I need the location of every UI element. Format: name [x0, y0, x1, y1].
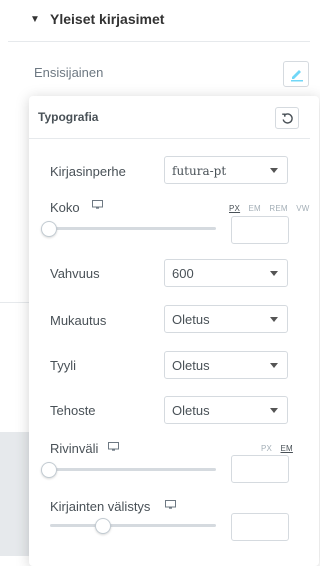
primary-font-control: Ensisijainen: [0, 56, 310, 90]
line-height-label: Rivinväli: [50, 441, 99, 456]
panel-footer-area: [0, 432, 29, 556]
control-label: Ensisijainen: [34, 65, 104, 80]
divider: [0, 302, 29, 303]
letter-spacing-slider-track[interactable]: [50, 524, 216, 527]
line-height-slider-track[interactable]: [50, 468, 216, 471]
letter-spacing-label: Kirjainten välistys: [50, 499, 151, 514]
line-height-input[interactable]: [231, 455, 289, 483]
reset-button[interactable]: [275, 107, 299, 129]
size-slider-track[interactable]: [50, 227, 216, 230]
unit-px[interactable]: PX: [229, 204, 240, 213]
edit-typography-button[interactable]: [283, 61, 309, 87]
letter-spacing-slider-handle[interactable]: [95, 518, 111, 534]
weight-value: 600: [172, 266, 194, 281]
chevron-down-icon: [270, 168, 278, 173]
decoration-label: Tehoste: [50, 403, 96, 418]
popover-title: Typografia: [38, 110, 99, 124]
section-title: Yleiset kirjasimet: [50, 11, 165, 27]
unit-em[interactable]: EM: [281, 444, 293, 453]
weight-label: Vahvuus: [50, 266, 100, 281]
size-unit-switcher: PX EM REM VW: [223, 204, 309, 213]
section-divider: [8, 41, 310, 42]
monitor-icon[interactable]: [92, 200, 103, 210]
chevron-down-icon: [270, 271, 278, 276]
transform-select[interactable]: Oletus: [164, 305, 288, 333]
decoration-value: Oletus: [172, 403, 210, 418]
font-family-label: Kirjasinperhe: [50, 164, 126, 179]
section-header[interactable]: ▼ Yleiset kirjasimet: [0, 0, 310, 40]
unit-vw[interactable]: VW: [296, 204, 309, 213]
unit-em[interactable]: EM: [249, 204, 261, 213]
chevron-down-icon: [270, 408, 278, 413]
unit-rem[interactable]: REM: [269, 204, 287, 213]
chevron-down-icon: [270, 363, 278, 368]
pencil-icon: [291, 70, 303, 82]
size-input[interactable]: [231, 216, 289, 244]
transform-value: Oletus: [172, 312, 210, 327]
reset-icon: [282, 113, 293, 124]
monitor-icon[interactable]: [108, 442, 119, 452]
unit-px[interactable]: PX: [261, 444, 272, 453]
caret-down-icon: ▼: [30, 14, 40, 25]
line-height-slider-handle[interactable]: [41, 462, 57, 478]
popover-header: Typografia: [29, 96, 310, 139]
font-family-select[interactable]: futura-pt: [164, 156, 288, 184]
style-label: Tyyli: [50, 358, 76, 373]
typography-popover: Typografia Kirjasinperhe futura-pt Koko …: [29, 96, 319, 566]
line-height-unit-switcher: PX EM: [255, 444, 293, 453]
transform-label: Mukautus: [50, 313, 107, 328]
letter-spacing-input[interactable]: [231, 513, 289, 541]
font-family-value: futura-pt: [172, 164, 227, 178]
style-value: Oletus: [172, 358, 210, 373]
size-label: Koko: [50, 200, 80, 215]
weight-select[interactable]: 600: [164, 259, 288, 287]
chevron-down-icon: [270, 317, 278, 322]
size-slider-handle[interactable]: [41, 221, 57, 237]
style-select[interactable]: Oletus: [164, 351, 288, 379]
decoration-select[interactable]: Oletus: [164, 396, 288, 424]
monitor-icon[interactable]: [165, 500, 176, 510]
